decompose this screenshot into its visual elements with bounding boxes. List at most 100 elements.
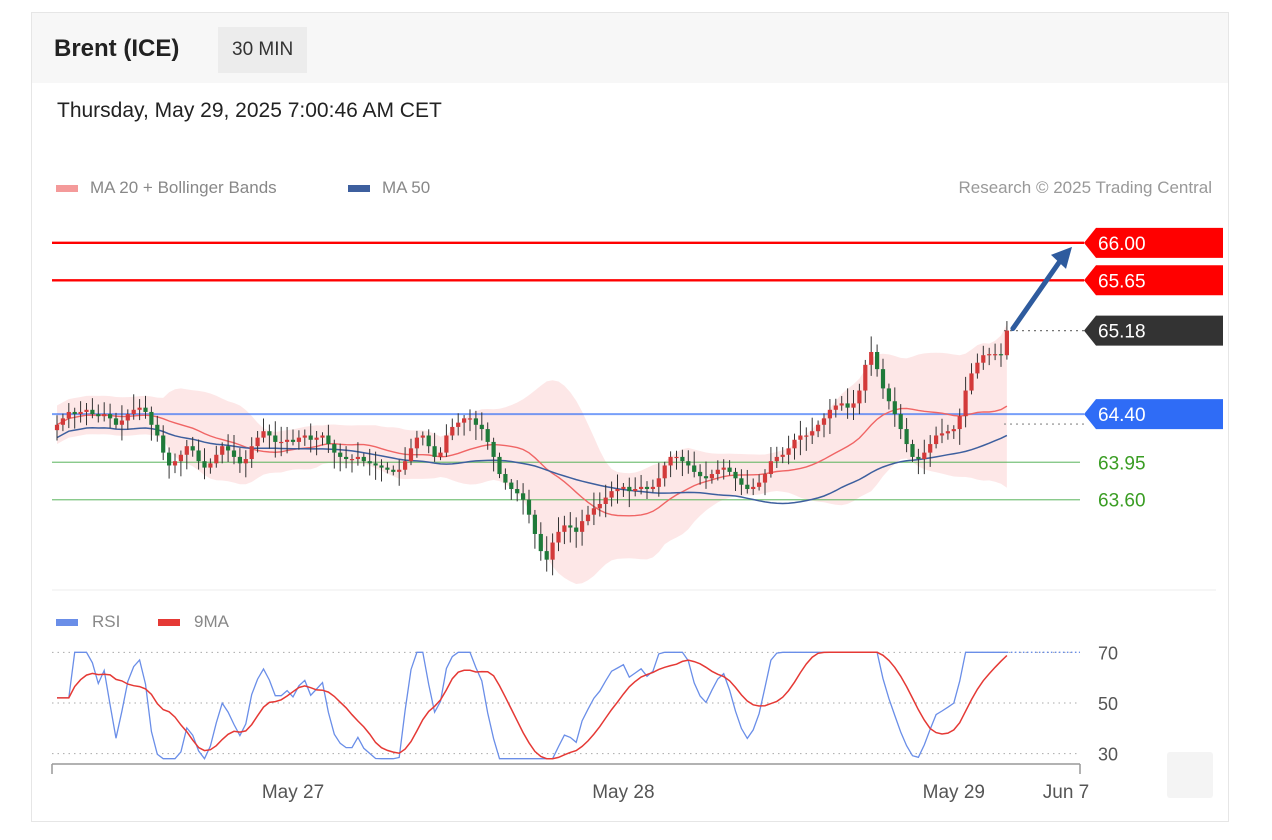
candle-body xyxy=(674,456,679,459)
candle-body xyxy=(161,435,166,453)
candle-body xyxy=(798,435,803,440)
candle-body xyxy=(686,461,691,466)
candle-body xyxy=(361,456,366,462)
candle-body xyxy=(426,435,431,447)
candle-body xyxy=(928,444,933,453)
candle-body xyxy=(243,459,248,464)
candle-body xyxy=(526,499,532,515)
candle-body xyxy=(414,437,419,449)
candle-body xyxy=(249,446,254,460)
candle-body xyxy=(220,446,225,455)
candle-body xyxy=(863,364,868,391)
candle-body xyxy=(467,418,473,420)
candle-body xyxy=(792,439,797,449)
candle-body xyxy=(945,431,950,434)
candle-body xyxy=(721,467,726,470)
candle-body xyxy=(987,354,992,356)
candle-body xyxy=(102,414,107,417)
candle-body xyxy=(833,405,838,410)
x-tick-label: May 27 xyxy=(262,782,324,803)
candle-body xyxy=(609,491,614,498)
candle-body xyxy=(267,431,272,436)
candle-body xyxy=(904,429,909,445)
candle-body xyxy=(886,388,891,402)
rsi-tick-30: 30 xyxy=(1098,745,1118,765)
candle xyxy=(1004,321,1009,360)
candle-body xyxy=(190,446,195,451)
candle-body xyxy=(237,456,242,464)
candle-body xyxy=(491,441,496,457)
candle-body xyxy=(172,461,178,466)
candle-body xyxy=(432,446,437,457)
candle-body xyxy=(509,482,514,490)
candle-body xyxy=(709,474,714,479)
candle-body xyxy=(456,422,461,427)
candle-body xyxy=(869,352,874,365)
candle-body xyxy=(149,411,154,425)
candle-body xyxy=(597,504,602,509)
candle-body xyxy=(963,390,968,417)
candle-body xyxy=(78,411,83,415)
rsi-line xyxy=(57,651,1007,760)
candle-body xyxy=(916,456,921,460)
candle-body xyxy=(196,450,201,462)
candle-body xyxy=(420,435,425,438)
expand-button[interactable] xyxy=(1167,752,1213,798)
rsi-tick-50: 50 xyxy=(1098,694,1118,714)
candle-body xyxy=(119,420,124,425)
candle-body xyxy=(786,448,791,455)
level-tag-65-18: 65.18 xyxy=(1084,315,1223,346)
candle-body xyxy=(344,456,349,460)
candle-body xyxy=(438,452,443,457)
candle-body xyxy=(656,478,661,487)
candle-body xyxy=(922,452,927,460)
candle-body xyxy=(54,424,60,431)
candle-body xyxy=(296,437,301,442)
candle-body xyxy=(226,446,231,451)
candle-body xyxy=(66,411,71,419)
candle-body xyxy=(131,409,136,415)
candle-body xyxy=(633,489,638,492)
candle-body xyxy=(627,486,632,492)
candle-body xyxy=(462,418,467,423)
candle-body xyxy=(60,418,65,425)
candle-body xyxy=(90,409,95,415)
candle-body xyxy=(285,439,290,442)
candle-body xyxy=(780,454,785,457)
candle-body xyxy=(485,429,490,442)
candle-body xyxy=(332,444,337,453)
candle-body xyxy=(591,508,596,515)
candle-body xyxy=(757,482,762,487)
candle xyxy=(167,447,172,479)
candle-body xyxy=(810,431,815,436)
candle-body xyxy=(715,469,720,475)
candle-body xyxy=(137,407,142,410)
rsi-ma-line xyxy=(57,651,1008,760)
candle-body xyxy=(585,514,591,522)
level-label-65-18: 65.18 xyxy=(1098,322,1146,343)
candle-body xyxy=(503,474,508,483)
candle-body xyxy=(349,459,355,461)
candle xyxy=(444,424,449,457)
candle-body xyxy=(827,409,832,419)
candle-body xyxy=(167,452,172,466)
candle-body xyxy=(397,469,402,472)
candle-body xyxy=(603,497,608,504)
candle-body xyxy=(550,542,555,560)
candle-body xyxy=(479,424,484,430)
x-tick-label: Jun 7 xyxy=(1043,782,1089,803)
candle-body xyxy=(998,354,1004,356)
candle-body xyxy=(727,467,732,472)
candle-body xyxy=(762,474,768,483)
x-tick-label: May 28 xyxy=(592,782,654,803)
candle-body xyxy=(444,435,449,453)
candle-body xyxy=(255,437,260,447)
candle-body xyxy=(521,493,526,500)
candle-body xyxy=(957,416,962,430)
candle-body xyxy=(993,354,998,356)
candle-body xyxy=(308,435,313,440)
candle-body xyxy=(155,424,160,436)
candle xyxy=(768,447,773,478)
candle-body xyxy=(680,456,685,462)
candle-body xyxy=(544,551,549,560)
